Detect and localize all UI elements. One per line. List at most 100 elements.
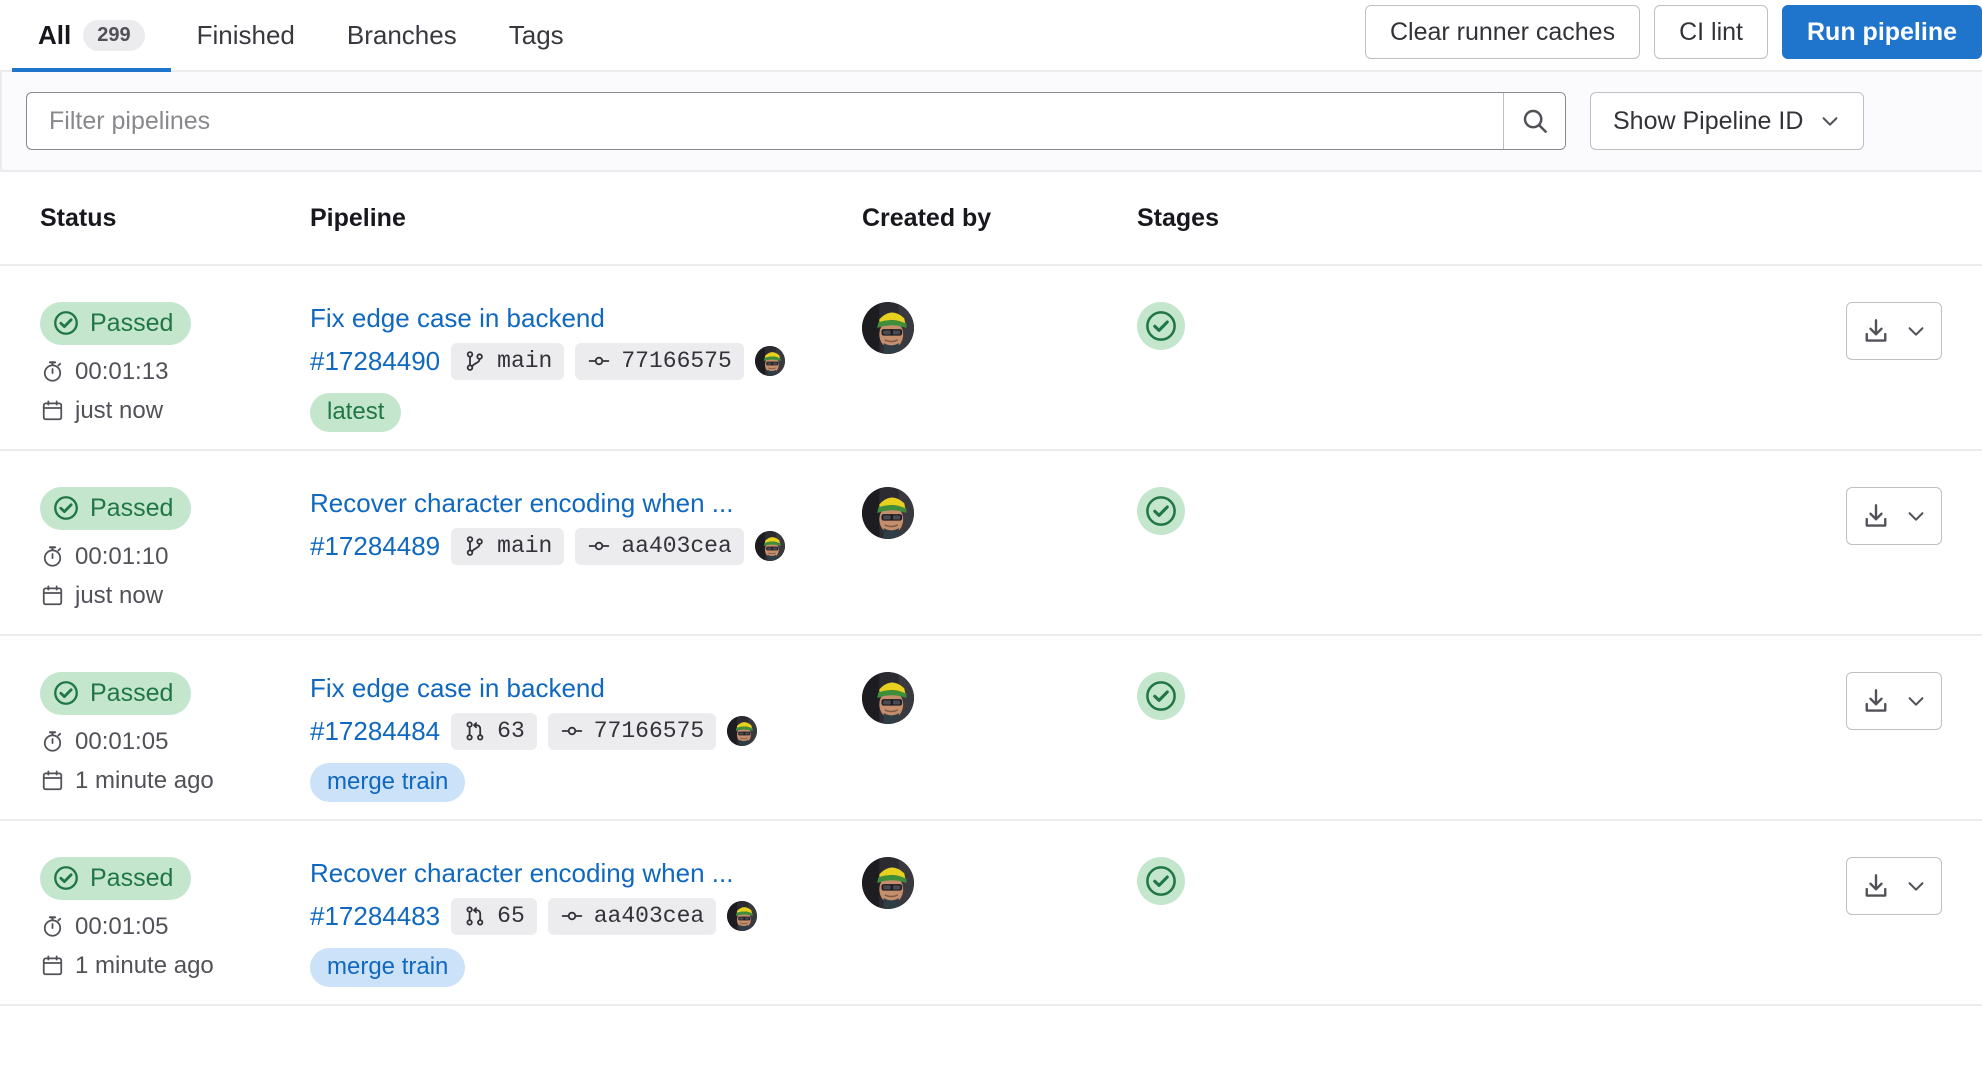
table-row[interactable]: Passed 00:01:10 just now Recover charact…: [0, 451, 1982, 636]
pipeline-id-link[interactable]: #17284483: [310, 901, 440, 932]
commit-author-avatar[interactable]: [754, 531, 785, 562]
pipeline-title-link[interactable]: Recover character encoding when ...: [310, 487, 733, 520]
pipeline-duration: 00:01:05: [40, 729, 168, 754]
pipeline-ref-chip[interactable]: main: [451, 342, 565, 380]
stage-status-icon[interactable]: [1137, 857, 1185, 905]
pipeline-id-link[interactable]: #17284490: [310, 346, 440, 377]
timer-icon: [40, 359, 65, 384]
status-badge-label: Passed: [90, 863, 174, 892]
pipeline-ref-label: 63: [497, 717, 525, 744]
calendar-icon: [40, 953, 65, 978]
created-by-avatar[interactable]: [862, 487, 914, 539]
commit-author-avatar[interactable]: [727, 716, 758, 747]
created-by-avatar[interactable]: [862, 672, 914, 724]
pipeline-title-link[interactable]: Recover character encoding when ...: [310, 857, 733, 890]
stage-status-icon[interactable]: [1137, 672, 1185, 720]
commit-icon: [587, 349, 611, 373]
download-artifacts-button[interactable]: [1846, 302, 1942, 360]
table-row[interactable]: Passed 00:01:05: [0, 636, 1982, 821]
pipeline-duration-label: 00:01:10: [75, 542, 169, 570]
download-artifacts-button[interactable]: [1846, 487, 1942, 545]
pipeline-duration: 00:01:10: [40, 544, 168, 569]
cell-actions: [1617, 302, 1942, 360]
pipeline-duration-label: 00:01:05: [75, 727, 169, 755]
table-header-row: Status Pipeline Created by Stages: [0, 172, 1982, 266]
pipeline-id-link[interactable]: #17284489: [310, 531, 440, 562]
chevron-down-icon: [1905, 505, 1927, 527]
top-actions: Clear runner caches CI lint Run pipeline: [1364, 5, 1982, 59]
tab-bar: All 299 Finished Branches Tags Clear run…: [0, 0, 1982, 73]
status-badge: Passed: [40, 672, 192, 715]
pipeline-commit-chip[interactable]: aa403cea: [575, 527, 744, 565]
commit-author-avatar[interactable]: [754, 346, 785, 377]
cell-pipeline: Recover character encoding when ... #172…: [310, 487, 862, 565]
table-row[interactable]: Passed 00:01:13 just now Fix edge case i…: [0, 266, 1982, 451]
cell-actions: [1617, 857, 1942, 915]
tab-finished[interactable]: Finished: [171, 0, 321, 71]
pipeline-finished-time: 1 minute ago: [40, 953, 214, 978]
tab-tags-label: Tags: [508, 19, 564, 50]
tab-list: All 299 Finished Branches Tags: [12, 0, 590, 73]
download-icon: [1861, 871, 1891, 901]
pipeline-id-link[interactable]: #17284484: [310, 716, 440, 747]
download-icon: [1861, 501, 1891, 531]
cell-created-by: [862, 302, 1137, 354]
pipeline-commit-chip[interactable]: 77166575: [575, 342, 744, 380]
pipeline-duration-label: 00:01:05: [75, 912, 169, 940]
run-pipeline-button[interactable]: Run pipeline: [1782, 5, 1982, 59]
clear-runner-caches-button[interactable]: Clear runner caches: [1364, 5, 1641, 59]
ci-lint-button[interactable]: CI lint: [1654, 5, 1768, 59]
cell-stages: [1137, 302, 1617, 350]
cell-status: Passed 00:01:05 1 minute ago: [40, 672, 310, 793]
merge-request-icon: [463, 719, 487, 743]
pipeline-commit-label: 77166575: [593, 717, 705, 744]
cell-pipeline: Recover character encoding when ... #172…: [310, 857, 862, 987]
merge-request-icon: [463, 904, 487, 928]
pipeline-ref-chip[interactable]: 63: [451, 712, 537, 750]
pipeline-finished-time: 1 minute ago: [40, 768, 214, 793]
pipeline-ref-chip[interactable]: main: [451, 527, 565, 565]
branch-icon: [463, 534, 487, 558]
filter-search-box: [26, 92, 1566, 150]
show-pipeline-id-dropdown[interactable]: Show Pipeline ID: [1590, 92, 1865, 150]
pipeline-title-link[interactable]: Fix edge case in backend: [310, 672, 605, 705]
tab-all-label: All: [38, 19, 72, 50]
cell-created-by: [862, 857, 1137, 909]
pipeline-ref-chip[interactable]: 65: [451, 897, 537, 935]
stage-status-icon[interactable]: [1137, 302, 1185, 350]
tab-all[interactable]: All 299: [12, 0, 171, 73]
pipeline-commit-chip[interactable]: 77166575: [547, 712, 717, 750]
search-input[interactable]: [27, 93, 1503, 149]
column-header-created-by: Created by: [862, 203, 992, 232]
commit-author-avatar[interactable]: [727, 901, 758, 932]
tab-branches[interactable]: Branches: [321, 0, 483, 71]
column-header-stages: Stages: [1137, 203, 1219, 232]
timer-icon: [40, 914, 65, 939]
pipeline-finished-label: just now: [75, 581, 164, 609]
status-badge: Passed: [40, 487, 192, 530]
download-icon: [1861, 686, 1891, 716]
download-artifacts-button[interactable]: [1846, 857, 1942, 915]
filter-bar: Show Pipeline ID: [0, 72, 1982, 172]
chevron-down-icon: [1819, 110, 1841, 132]
tab-tags[interactable]: Tags: [483, 0, 590, 71]
pipeline-meta-row: #17284490 main 77166575: [310, 342, 785, 380]
table-row[interactable]: Passed 00:01:05: [0, 821, 1982, 1006]
pipeline-finished-label: 1 minute ago: [75, 951, 214, 979]
pipeline-title-link[interactable]: Fix edge case in backend: [310, 302, 605, 335]
commit-icon: [560, 719, 584, 743]
show-pipeline-id-label: Show Pipeline ID: [1613, 106, 1804, 135]
timer-icon: [40, 729, 65, 754]
cell-status: Passed 00:01:13 just now: [40, 302, 310, 423]
pipeline-duration: 00:01:13: [40, 359, 168, 384]
commit-icon: [560, 904, 584, 928]
calendar-icon: [40, 768, 65, 793]
created-by-avatar[interactable]: [862, 302, 914, 354]
search-button[interactable]: [1503, 93, 1565, 149]
status-badge-label: Passed: [90, 678, 174, 707]
pipeline-commit-chip[interactable]: aa403cea: [547, 897, 717, 935]
created-by-avatar[interactable]: [862, 857, 914, 909]
stage-status-icon[interactable]: [1137, 487, 1185, 535]
download-artifacts-button[interactable]: [1846, 672, 1942, 730]
status-passed-icon: [52, 309, 80, 337]
